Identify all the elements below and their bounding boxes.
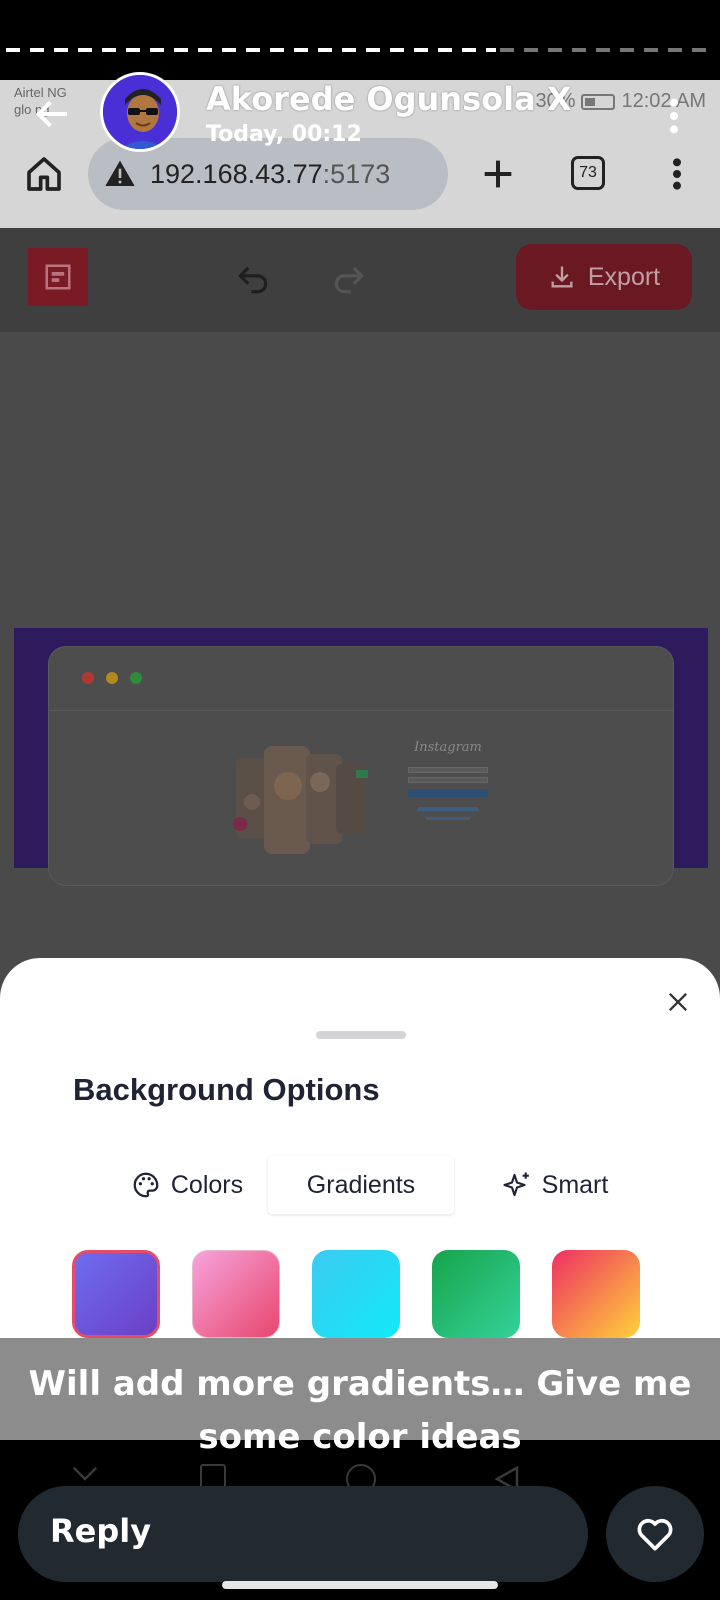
- arrow-left-icon[interactable]: [30, 94, 74, 134]
- sparkle-icon: [503, 1172, 529, 1197]
- mockup-facebook-link: [418, 807, 478, 811]
- browser-menu-icon[interactable]: [662, 154, 692, 194]
- contact-name: Akorede Ogunsola X: [206, 80, 572, 118]
- reply-label: Reply: [50, 1512, 152, 1550]
- mockup-login-button: [408, 789, 488, 797]
- redo-icon[interactable]: [330, 260, 368, 298]
- story-progress-remaining: [500, 48, 714, 52]
- story-progress-viewed: [6, 48, 496, 52]
- gradient-swatch-pink[interactable]: [192, 1250, 280, 1338]
- mockup-phone-collage: [233, 746, 368, 854]
- close-icon[interactable]: [664, 988, 692, 1016]
- more-vert-icon[interactable]: [662, 96, 686, 136]
- caption-line-1: Will add more gradients… Give me: [28, 1364, 692, 1404]
- tab-switcher-button[interactable]: 73: [571, 156, 605, 190]
- tab-colors[interactable]: Colors: [112, 1156, 262, 1214]
- new-tab-icon[interactable]: [478, 154, 518, 194]
- story-progress-bar: [6, 48, 714, 54]
- mockup-forgot-link: [426, 817, 470, 820]
- home-icon[interactable]: [24, 154, 64, 194]
- heart-icon: [637, 1518, 673, 1551]
- sheet-drag-handle[interactable]: [316, 1031, 406, 1039]
- tab-smart-label: Smart: [541, 1170, 609, 1199]
- url-host: 192.168.43.77: [150, 158, 323, 189]
- gradient-swatch-sunset[interactable]: [552, 1250, 640, 1338]
- url-port: :5173: [322, 158, 391, 189]
- tab-colors-label: Colors: [170, 1170, 244, 1199]
- instagram-logo-text: Instagram: [414, 740, 482, 755]
- tab-gradients[interactable]: Gradients: [268, 1156, 454, 1214]
- mockup-instagram-login: Instagram: [404, 740, 492, 850]
- avatar[interactable]: [100, 72, 180, 152]
- battery-icon: [581, 93, 616, 110]
- gradient-swatch-purple[interactable]: [72, 1250, 160, 1338]
- gradient-swatch-cyan[interactable]: [312, 1250, 400, 1338]
- mockup-divider: [48, 710, 674, 711]
- tab-smart[interactable]: Smart: [490, 1156, 620, 1214]
- nav-down-icon: [72, 1466, 98, 1481]
- tab-count: 73: [579, 164, 597, 181]
- mockup-username-field: [408, 767, 488, 773]
- mockup-maximize-dot: [130, 672, 142, 684]
- mockup-minimize-dot: [106, 672, 118, 684]
- post-time: Today, 00:12: [206, 122, 362, 147]
- warning-icon[interactable]: [104, 158, 136, 190]
- caption-line-2: some color ideas: [198, 1417, 522, 1457]
- palette-icon: [133, 1172, 159, 1198]
- gradient-swatch-green[interactable]: [432, 1250, 520, 1338]
- sheet-title: Background Options: [73, 1072, 380, 1107]
- export-label: Export: [587, 262, 661, 291]
- status-screenshot: Airtel NG glo ng 30% 12:02 AM 192.168.43…: [0, 80, 720, 1440]
- like-button[interactable]: [606, 1486, 704, 1582]
- mockup-close-dot: [82, 672, 94, 684]
- app-logo[interactable]: [28, 248, 88, 306]
- download-icon: [551, 266, 573, 288]
- tab-gradients-label: Gradients: [306, 1170, 416, 1199]
- status-caption: Will add more gradients… Give me some co…: [20, 1358, 700, 1464]
- undo-icon[interactable]: [234, 260, 272, 298]
- export-button[interactable]: Export: [516, 244, 692, 310]
- mockup-password-field: [408, 777, 488, 783]
- gesture-home-bar[interactable]: [222, 1581, 498, 1589]
- layout-icon: [45, 264, 71, 290]
